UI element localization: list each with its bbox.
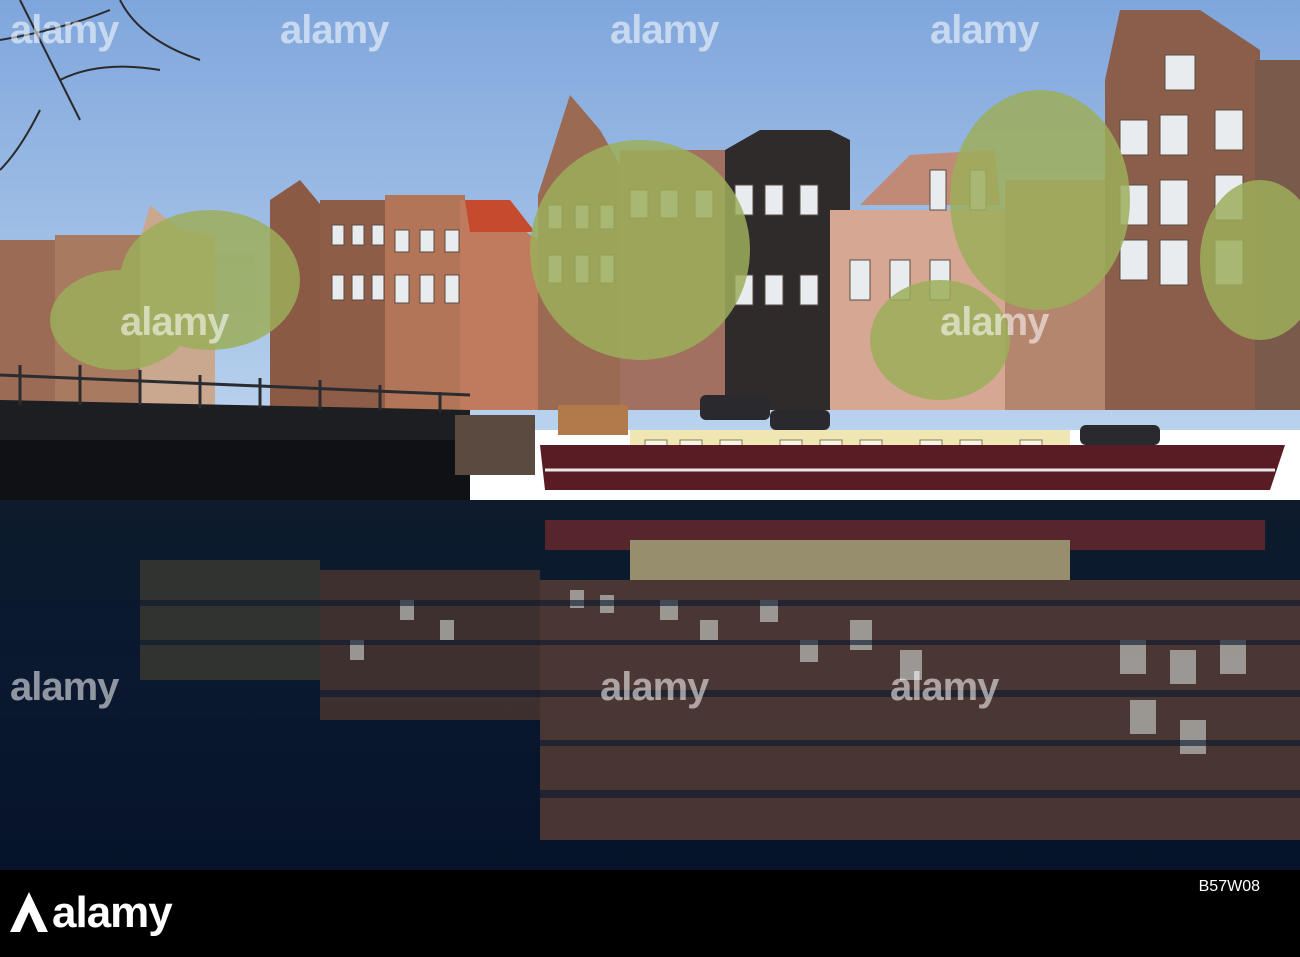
- watermark-text: alamy: [890, 665, 999, 709]
- watermark-text: alamy: [280, 8, 389, 52]
- watermark-text: alamy: [10, 665, 119, 709]
- watermark-text: alamy: [10, 8, 119, 52]
- image-code: B57W08: [1198, 878, 1260, 895]
- canal-photo: [0, 0, 1300, 870]
- stock-footer: [0, 870, 1300, 957]
- alamy-logo-icon: [10, 892, 48, 932]
- footer-brand: alamy: [52, 888, 173, 937]
- photo-scene: alamy alamy alamy alamy alamy alamy alam…: [0, 0, 1300, 957]
- watermark-text: alamy: [930, 8, 1039, 52]
- watermark-text: alamy: [600, 665, 709, 709]
- watermark-text: alamy: [120, 300, 229, 344]
- watermark-text: alamy: [940, 300, 1049, 344]
- watermark-text: alamy: [610, 8, 719, 52]
